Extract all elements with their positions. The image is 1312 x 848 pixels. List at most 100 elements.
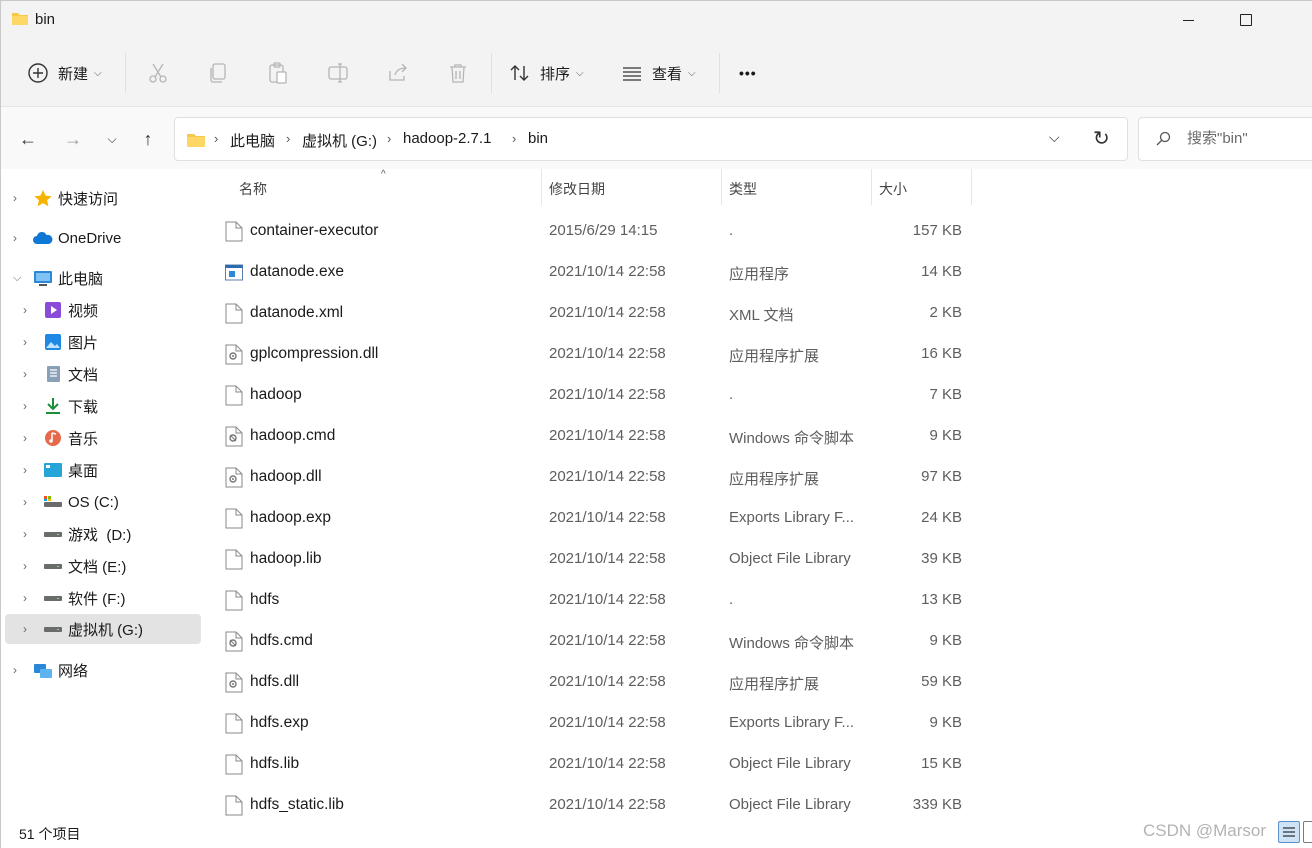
column-divider[interactable]: [971, 169, 972, 205]
more-options-button[interactable]: •••: [739, 55, 757, 91]
file-row[interactable]: hadoop.lib 2021/10/14 22:58 Object File Li…: [215, 538, 975, 579]
cmd-file-icon: [225, 426, 243, 447]
share-icon[interactable]: [386, 61, 410, 85]
chevron-right-icon[interactable]: ›: [23, 431, 27, 445]
file-row[interactable]: datanode.xml 2021/10/14 22:58 XML 文档 2 KB: [215, 292, 975, 333]
file-row[interactable]: hadoop.dll 2021/10/14 22:58 应用程序扩展 97 KB: [215, 456, 975, 497]
sidebar-item-drive-f[interactable]: › 软件 (F:): [5, 582, 201, 614]
back-arrow-icon[interactable]: ←: [16, 127, 40, 151]
file-date: 2021/10/14 22:58: [549, 796, 666, 813]
sidebar-item-documents[interactable]: › 文档: [5, 358, 201, 390]
sidebar-item-quick-access[interactable]: › 快速访问: [5, 182, 201, 214]
file-row[interactable]: hdfs.exp 2021/10/14 22:58 Exports Library …: [215, 702, 975, 743]
file-row[interactable]: container-executor 2015/6/29 14:15. 157 KB: [215, 210, 975, 251]
sidebar-item-this-pc[interactable]: ⌵ 此电脑: [5, 262, 201, 294]
file-row[interactable]: gplcompression.dll 2021/10/14 22:58 应用程序扩展…: [215, 333, 975, 374]
chevron-right-icon[interactable]: ›: [13, 191, 17, 205]
column-header-name[interactable]: 名称: [239, 179, 267, 199]
window-title: bin: [35, 11, 56, 28]
forward-arrow-icon[interactable]: →: [61, 127, 85, 151]
file-row[interactable]: hdfs.cmd 2021/10/14 22:58 Windows 命令脚本 9 KB: [215, 620, 975, 661]
file-date: 2021/10/14 22:58: [549, 714, 666, 731]
chevron-right-icon[interactable]: ›: [23, 559, 27, 573]
file-row[interactable]: datanode.exe 2021/10/14 22:58 应用程序 14 KB: [215, 251, 975, 292]
chevron-right-icon[interactable]: ›: [23, 622, 27, 636]
large-icons-view-button[interactable]: [1303, 821, 1312, 843]
breadcrumb-drive-g[interactable]: 虚拟机 (G:): [302, 130, 377, 151]
recent-locations-chevron-icon[interactable]: ⌵: [100, 127, 124, 151]
chevron-right-icon[interactable]: ›: [23, 495, 27, 509]
sidebar-item-desktop[interactable]: › 桌面: [5, 454, 201, 486]
file-size: 2 KB: [929, 304, 962, 321]
view-button[interactable]: 查看 ⌵: [621, 55, 696, 91]
sidebar-item-pictures[interactable]: › 图片: [5, 326, 201, 358]
breadcrumb-bin[interactable]: bin: [528, 130, 548, 147]
minimize-button[interactable]: [1165, 1, 1211, 39]
new-button-label: 新建: [58, 65, 89, 83]
sidebar-item-label: 快速访问: [58, 190, 119, 208]
chevron-right-icon[interactable]: ›: [23, 463, 27, 477]
search-box[interactable]: [1138, 117, 1312, 161]
chevron-right-icon[interactable]: ›: [23, 527, 27, 541]
sidebar-item-label: 网络: [58, 662, 89, 680]
file-size: 14 KB: [921, 263, 962, 280]
maximize-button[interactable]: [1223, 1, 1269, 39]
sidebar-item-downloads[interactable]: › 下载: [5, 390, 201, 422]
chevron-right-icon[interactable]: ›: [23, 303, 27, 317]
new-button[interactable]: 新建 ⌵: [27, 55, 102, 91]
paste-icon[interactable]: [266, 61, 290, 85]
delete-icon[interactable]: [446, 61, 470, 85]
file-type: Object File Library: [729, 550, 851, 567]
column-header-type[interactable]: 类型: [729, 179, 757, 199]
chevron-right-icon[interactable]: ›: [23, 367, 27, 381]
details-view-button[interactable]: [1278, 821, 1300, 843]
chevron-right-icon[interactable]: ›: [13, 663, 17, 677]
cut-icon[interactable]: [146, 61, 170, 85]
file-type: Exports Library F...: [729, 714, 855, 731]
sidebar-item-drive-d[interactable]: › 游戏 (D:): [5, 518, 201, 550]
sidebar-item-label: OneDrive: [58, 229, 122, 247]
address-bar[interactable]: › 此电脑 › 虚拟机 (G:) › hadoop-2.7.1 › bin ⌵ …: [174, 117, 1128, 161]
file-row[interactable]: hdfs 2021/10/14 22:58. 13 KB: [215, 579, 975, 620]
sidebar-item-videos[interactable]: › 视频: [5, 294, 201, 326]
sidebar-item-drive-g[interactable]: › 虚拟机 (G:): [5, 614, 201, 644]
desktop-icon: [44, 463, 62, 477]
search-input[interactable]: [1187, 130, 1307, 147]
file-row[interactable]: hadoop.cmd 2021/10/14 22:58 Windows 命令脚本 9 …: [215, 415, 975, 456]
file-list: ^ 名称 修改日期 类型 大小 container-executor 2015/6…: [201, 169, 1312, 817]
column-divider[interactable]: [721, 169, 722, 205]
sidebar-item-drive-e[interactable]: › 文档 (E:): [5, 550, 201, 582]
sort-button[interactable]: 排序 ⌵: [509, 55, 584, 91]
sidebar-item-drive-c[interactable]: › OS (C:): [5, 486, 201, 518]
up-arrow-icon[interactable]: ↑: [136, 127, 160, 151]
file-type: .: [729, 222, 734, 239]
address-dropdown-chevron-icon[interactable]: ⌵: [1049, 129, 1060, 146]
drive-icon: [44, 564, 62, 569]
documents-icon: [47, 366, 60, 382]
sort-icon: [510, 65, 529, 81]
breadcrumb-hadoop[interactable]: hadoop-2.7.1: [403, 130, 491, 147]
file-row[interactable]: hdfs.dll 2021/10/14 22:58 应用程序扩展 59 KB: [215, 661, 975, 702]
chevron-down-icon[interactable]: ⌵: [13, 272, 21, 285]
file-row[interactable]: hadoop 2021/10/14 22:58. 7 KB: [215, 374, 975, 415]
column-divider[interactable]: [541, 169, 542, 205]
sidebar-item-label: OS (C:): [68, 493, 119, 511]
refresh-icon[interactable]: ↻: [1093, 126, 1110, 151]
column-divider[interactable]: [871, 169, 872, 205]
explorer-window: bin 新建 ⌵ 排序 ⌵ 查看 ⌵ ••• ← → ⌵ ↑ › 此电脑 › 虚…: [0, 0, 1312, 848]
rename-icon[interactable]: [326, 61, 350, 85]
sidebar-item-onedrive[interactable]: › OneDrive: [5, 222, 201, 254]
column-header-size[interactable]: 大小: [879, 179, 907, 199]
chevron-right-icon[interactable]: ›: [23, 591, 27, 605]
chevron-right-icon[interactable]: ›: [23, 399, 27, 413]
file-row[interactable]: hdfs.lib 2021/10/14 22:58 Object File Libr…: [215, 743, 975, 784]
copy-icon[interactable]: [206, 61, 230, 85]
chevron-right-icon[interactable]: ›: [23, 335, 27, 349]
chevron-right-icon[interactable]: ›: [13, 231, 17, 245]
sidebar-item-label: 视频: [68, 302, 99, 320]
sidebar-item-music[interactable]: › 音乐: [5, 422, 201, 454]
file-row[interactable]: hadoop.exp 2021/10/14 22:58 Exports Librar…: [215, 497, 975, 538]
column-header-date[interactable]: 修改日期: [549, 179, 605, 199]
sidebar-item-network[interactable]: › 网络: [5, 654, 201, 686]
breadcrumb-this-pc[interactable]: 此电脑: [230, 130, 275, 151]
